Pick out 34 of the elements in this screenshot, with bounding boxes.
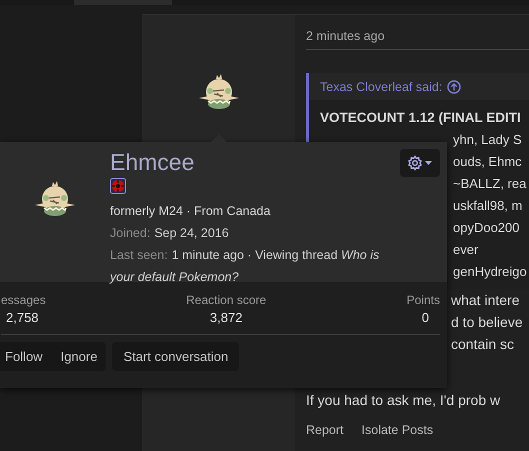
start-conversation-button[interactable]: Start conversation — [112, 342, 240, 371]
stat-value: 0 — [420, 309, 430, 327]
post-timestamp[interactable]: 2 minutes ago — [306, 29, 529, 50]
post-text: d to believe — [451, 313, 523, 332]
joined-label: Joined: — [110, 226, 150, 240]
quote-text: uskfall98, m — [453, 197, 522, 215]
post-text: contain sc — [451, 335, 514, 354]
stat-value: 3,872 — [208, 309, 244, 327]
username-link[interactable]: Ehmcee — [110, 148, 400, 176]
joined-date: Sep 24, 2016 — [154, 226, 229, 240]
stat-label: essages — [1, 292, 46, 309]
settings-button[interactable] — [400, 149, 440, 177]
post-text: If you had to ask me, I'd prob w — [306, 391, 500, 410]
user-details: formerly M24 · From Canada — [110, 203, 272, 220]
quote-text: genHydreigo — [453, 263, 527, 281]
profile-action-link[interactable]: Ignore — [52, 342, 106, 371]
profile-action-link[interactable]: Follow — [0, 342, 52, 371]
quote-heading: VOTECOUNT 1.12 (FINAL EDITI — [320, 109, 522, 127]
settings-icon — [407, 155, 433, 171]
quote-text: opyDoo200 — [453, 219, 520, 237]
quote-text: ever — [453, 241, 478, 259]
quote-text: ~BALLZ, rea — [453, 175, 526, 193]
stat-value: 2,758 — [5, 309, 40, 327]
stat-label: Points — [406, 292, 440, 309]
arrow-up-circle-icon[interactable] — [447, 80, 462, 94]
quote-author-link[interactable]: Texas Cloverleaf said: — [320, 80, 442, 94]
quote-text: ouds, Ehmc — [453, 153, 522, 171]
stat-label: Reaction score — [186, 292, 266, 309]
post-action-link[interactable]: Isolate Posts — [362, 423, 434, 437]
last-seen-text: Last seen: 1 minute ago · Viewing thread Who is your default Pokemon? — [110, 247, 380, 286]
post-action-link[interactable]: Report — [306, 423, 344, 437]
quote-text: yhn, Lady S — [453, 131, 522, 149]
emblem-icon — [110, 178, 126, 194]
post-text: what intere — [451, 291, 520, 310]
